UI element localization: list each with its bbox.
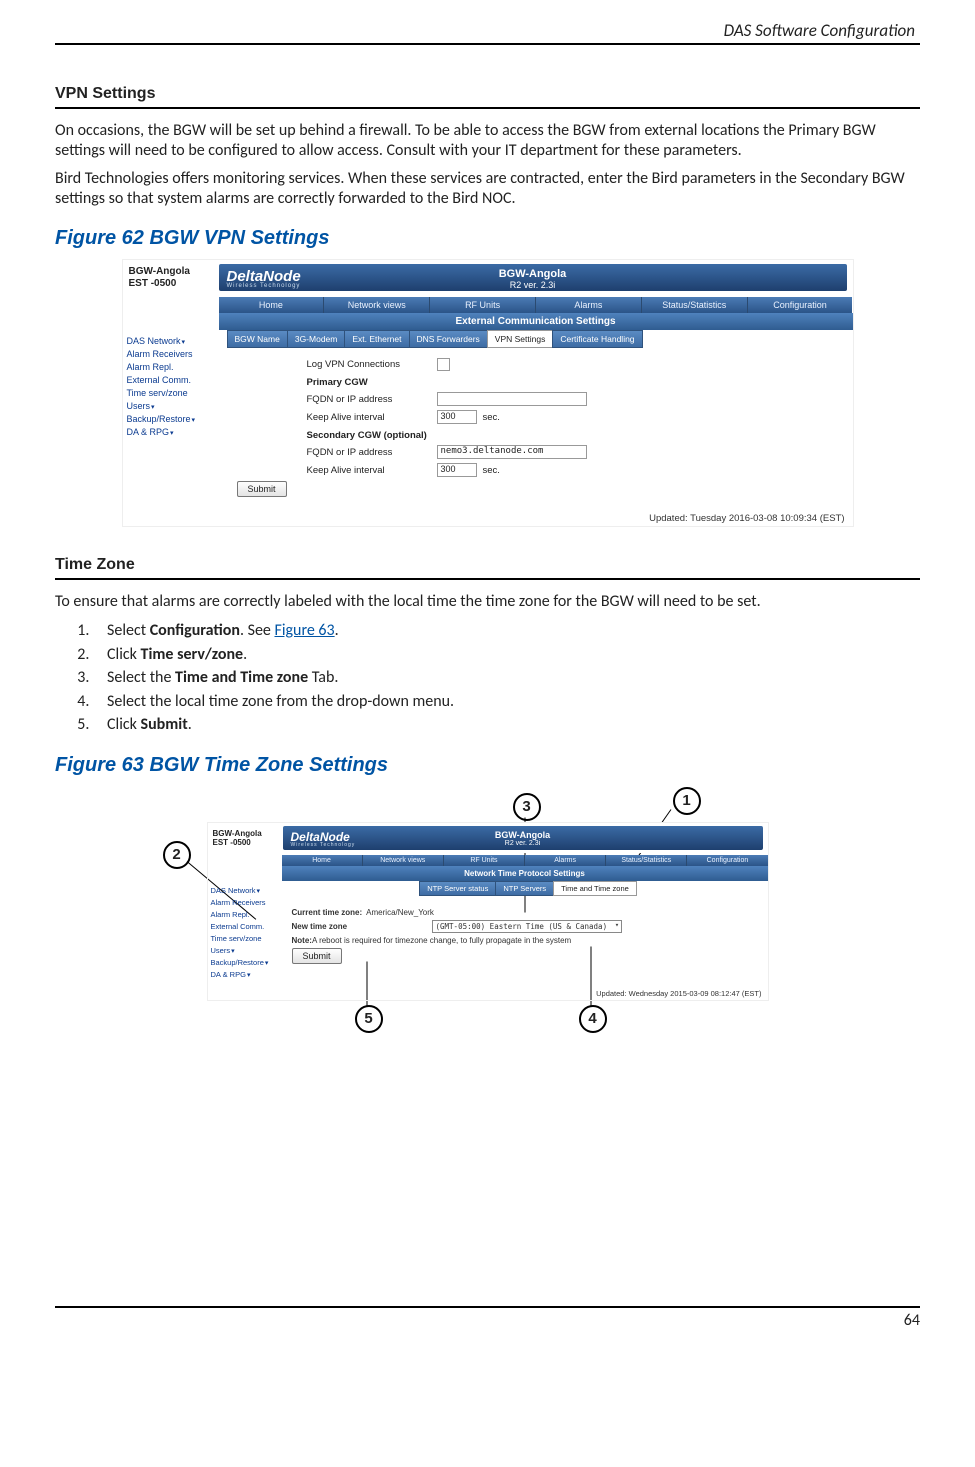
section-underline: [55, 578, 920, 580]
nav-home[interactable]: Home: [282, 855, 363, 866]
link-figure-63[interactable]: Figure 63: [274, 621, 334, 640]
heading-secondary-cgw: Secondary CGW (optional): [307, 430, 853, 441]
nav-rf-units[interactable]: RF Units: [444, 855, 525, 866]
unit-sec: sec.: [483, 465, 500, 476]
body-paragraph: On occasions, the BGW will be set up beh…: [55, 121, 920, 161]
nav-configuration[interactable]: Configuration: [748, 297, 853, 313]
bgw-tz-label: EST -0500: [213, 838, 251, 847]
submit-button[interactable]: Submit: [292, 948, 342, 964]
banner-title: BGW-Angola: [499, 268, 567, 280]
header-rule: [55, 43, 920, 45]
label-note: Note:: [292, 936, 312, 945]
panel-title-ntp: Network Time Protocol Settings: [282, 866, 768, 881]
screenshot-vpn-settings: BGW-Angola EST -0500 DeltaNode Wireless …: [123, 260, 853, 526]
nav-rf-units[interactable]: RF Units: [430, 297, 536, 313]
nav-alarms[interactable]: Alarms: [525, 855, 606, 866]
body-paragraph: To ensure that alarms are correctly labe…: [55, 592, 920, 612]
callout-1: 1: [673, 787, 701, 815]
tab-ntp-servers[interactable]: NTP Servers: [495, 881, 554, 896]
sidebar-item-external-comm[interactable]: External Comm.: [127, 375, 223, 385]
callout-4: 4: [579, 1005, 607, 1033]
banner-title: BGW-Angola: [495, 830, 550, 840]
callout-2: 2: [163, 841, 191, 869]
sidebar-item-alarm-receivers[interactable]: Alarm Receivers: [211, 898, 285, 907]
section-heading-vpn: VPN Settings: [55, 85, 920, 103]
nav-network-views[interactable]: Network views: [324, 297, 430, 313]
sidebar-item-das-network[interactable]: DAS Network: [211, 886, 285, 895]
section-heading-timezone: Time Zone: [55, 556, 920, 574]
sidebar-item-external-comm[interactable]: External Comm.: [211, 922, 285, 931]
label-new-timezone: New time zone: [292, 922, 432, 931]
page-number: 64: [904, 1311, 920, 1330]
panel-title-external-comm: External Communication Settings: [219, 313, 853, 330]
sidebar-item-time-serv-zone[interactable]: Time serv/zone: [127, 388, 223, 398]
screenshot-time-zone-settings: BGW-Angola EST -0500 DeltaNode Wireless …: [208, 823, 768, 1000]
step-4: Select the local time zone from the drop…: [93, 691, 920, 713]
body-paragraph: Bird Technologies offers monitoring serv…: [55, 169, 920, 209]
sidebar-item-alarm-receivers[interactable]: Alarm Receivers: [127, 349, 223, 359]
sidebar-item-alarm-repl[interactable]: Alarm Repl.: [211, 910, 285, 919]
label-keepalive-primary: Keep Alive interval: [307, 412, 437, 423]
sidebar-item-da-rpg[interactable]: DA & RPG: [211, 970, 285, 979]
label-log-vpn: Log VPN Connections: [307, 359, 437, 370]
callout-3: 3: [513, 793, 541, 821]
label-keepalive-secondary: Keep Alive interval: [307, 465, 437, 476]
submit-button[interactable]: Submit: [237, 481, 287, 497]
section-underline: [55, 107, 920, 109]
banner-version: R2 ver. 2.3i: [495, 840, 550, 847]
heading-primary-cgw: Primary CGW: [307, 377, 853, 388]
label-current-timezone: Current time zone:: [292, 908, 363, 917]
nav-status-statistics[interactable]: Status/Statistics: [606, 855, 687, 866]
input-keepalive-primary[interactable]: 300: [437, 410, 477, 424]
sidebar-item-alarm-repl[interactable]: Alarm Repl.: [127, 362, 223, 372]
step-2: Click Time serv/zone.: [93, 644, 920, 666]
value-current-timezone: America/New_York: [366, 908, 434, 917]
footer-rule: [55, 1306, 920, 1308]
tab-ext-ethernet[interactable]: Ext. Ethernet: [344, 330, 409, 348]
input-fqdn-secondary[interactable]: nemo3.deltanode.com: [437, 445, 587, 459]
checkbox-log-vpn[interactable]: [437, 358, 450, 371]
bgw-name-label: BGW-Angola: [213, 829, 262, 838]
sidebar-item-users[interactable]: Users: [211, 946, 285, 955]
banner-version: R2 ver. 2.3i: [499, 280, 567, 290]
nav-configuration[interactable]: Configuration: [687, 855, 767, 866]
bgw-name-label: BGW-Angola: [129, 266, 190, 277]
step-5: Click Submit.: [93, 714, 920, 736]
figure-title-62: Figure 62 BGW VPN Settings: [55, 227, 920, 250]
select-new-timezone[interactable]: (GMT-05:00) Eastern Time (US & Canada): [432, 920, 623, 933]
tab-bgw-name[interactable]: BGW Name: [227, 330, 288, 348]
tab-certificate-handling[interactable]: Certificate Handling: [552, 330, 642, 348]
tab-vpn-settings[interactable]: VPN Settings: [487, 330, 554, 348]
label-fqdn-primary: FQDN or IP address: [307, 394, 437, 405]
sidebar-item-das-network[interactable]: DAS Network: [127, 336, 223, 346]
unit-sec: sec.: [483, 412, 500, 423]
note-text: A reboot is required for timezone change…: [312, 936, 571, 945]
sidebar-item-backup-restore[interactable]: Backup/Restore: [211, 958, 285, 967]
page-header-title: DAS Software Configuration: [55, 20, 920, 41]
sidebar-item-backup-restore[interactable]: Backup/Restore: [127, 414, 223, 424]
step-1: Select Configuration. See Figure 63.: [93, 620, 920, 642]
step-3: Select the Time and Time zone Tab.: [93, 667, 920, 689]
updated-timestamp: Updated: Wednesday 2015-03-09 08:12:47 (…: [282, 987, 768, 1000]
input-keepalive-secondary[interactable]: 300: [437, 463, 477, 477]
input-fqdn-primary[interactable]: [437, 392, 587, 406]
nav-network-views[interactable]: Network views: [363, 855, 444, 866]
nav-home[interactable]: Home: [219, 297, 325, 313]
updated-timestamp: Updated: Tuesday 2016-03-08 10:09:34 (ES…: [219, 509, 853, 526]
steps-list: Select Configuration. See Figure 63. Cli…: [55, 620, 920, 736]
sidebar-item-users[interactable]: Users: [127, 401, 223, 411]
tab-time-and-timezone[interactable]: Time and Time zone: [553, 881, 637, 896]
tab-ntp-server-status[interactable]: NTP Server status: [419, 881, 496, 896]
sidebar-item-time-serv-zone[interactable]: Time serv/zone: [211, 934, 285, 943]
sidebar-item-da-rpg[interactable]: DA & RPG: [127, 427, 223, 437]
tab-3g-modem[interactable]: 3G-Modem: [287, 330, 346, 348]
callout-5: 5: [355, 1005, 383, 1033]
label-fqdn-secondary: FQDN or IP address: [307, 447, 437, 458]
nav-alarms[interactable]: Alarms: [536, 297, 642, 313]
figure-title-63: Figure 63 BGW Time Zone Settings: [55, 754, 920, 777]
tab-dns-forwarders[interactable]: DNS Forwarders: [409, 330, 488, 348]
bgw-tz-label: EST -0500: [129, 278, 177, 289]
nav-status-statistics[interactable]: Status/Statistics: [642, 297, 748, 313]
